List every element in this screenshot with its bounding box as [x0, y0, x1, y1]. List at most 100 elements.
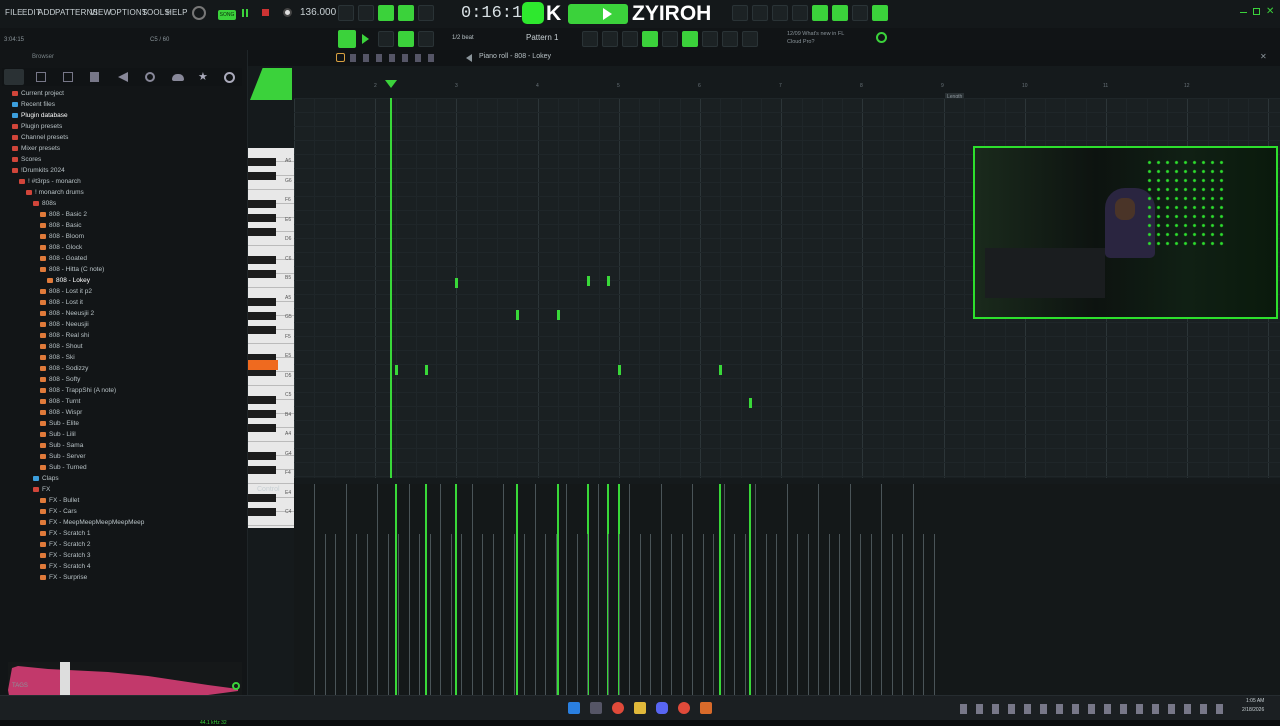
- velocity-bar-inactive[interactable]: [629, 484, 630, 695]
- velocity-bar-inactive[interactable]: [461, 534, 462, 695]
- pattern-selector[interactable]: Pattern 1: [526, 33, 558, 42]
- browser-item[interactable]: 808 - Bloom: [40, 233, 84, 240]
- black-key[interactable]: [248, 214, 276, 222]
- project-picker-icon[interactable]: [722, 31, 738, 47]
- plugin-picker-icon[interactable]: [662, 31, 678, 47]
- velocity-bar[interactable]: [395, 484, 397, 695]
- velocity-bar-inactive[interactable]: [650, 534, 651, 695]
- tempo-display[interactable]: 136.000: [300, 7, 336, 18]
- browser-item[interactable]: 808 - Neeusjii 2: [40, 310, 94, 317]
- wait-record-button[interactable]: [358, 5, 374, 21]
- snap-selector[interactable]: 1/2 beat: [452, 35, 474, 41]
- power-icon[interactable]: [732, 5, 748, 21]
- velocity-bar-inactive[interactable]: [450, 534, 452, 695]
- menu-help[interactable]: HELP: [166, 8, 188, 17]
- velocity-bar-inactive[interactable]: [713, 534, 714, 695]
- velocity-bar-inactive[interactable]: [555, 534, 557, 695]
- search-icon[interactable]: [232, 682, 240, 690]
- black-key[interactable]: [248, 312, 276, 320]
- velocity-bar-inactive[interactable]: [408, 484, 410, 695]
- browser-item[interactable]: Sub - Server: [40, 453, 86, 460]
- pattern-plus-icon[interactable]: [582, 31, 598, 47]
- black-key[interactable]: [248, 410, 276, 418]
- velocity-bar-inactive[interactable]: [891, 534, 893, 695]
- midi-note[interactable]: [607, 276, 610, 286]
- chrome-icon[interactable]: [612, 702, 624, 714]
- velocity-bar-inactive[interactable]: [471, 484, 473, 695]
- browser-item[interactable]: Current project: [12, 90, 64, 97]
- close-icon[interactable]: ✕: [1266, 6, 1274, 17]
- browser-item[interactable]: FX - Scratch 3: [40, 552, 91, 559]
- velocity-bar-inactive[interactable]: [849, 484, 851, 695]
- velocity-bar-inactive[interactable]: [545, 534, 546, 695]
- browser-item[interactable]: ! monarch drums: [26, 189, 84, 196]
- velocity-bar-inactive[interactable]: [419, 534, 420, 695]
- browser-item[interactable]: 808 - Sodizzy: [40, 365, 88, 372]
- velocity-bar[interactable]: [455, 484, 457, 695]
- midi-note[interactable]: [719, 365, 722, 375]
- black-key[interactable]: [248, 424, 276, 432]
- velocity-bar-inactive[interactable]: [335, 534, 336, 695]
- browser-item[interactable]: FX - Scratch 2: [40, 541, 91, 548]
- velocity-bar-inactive[interactable]: [513, 534, 515, 695]
- browser-icon[interactable]: [642, 31, 658, 47]
- pattern-mode-icon[interactable]: [338, 30, 356, 48]
- velocity-bar-inactive[interactable]: [314, 484, 315, 695]
- cloud-icon[interactable]: [876, 32, 887, 43]
- timeline-ruler[interactable]: 2 3 4 5 6 7 8 9 10 11 12: [294, 80, 1280, 96]
- menu-add[interactable]: ADD: [38, 8, 56, 17]
- black-key[interactable]: [248, 326, 276, 334]
- velocity-control-panel[interactable]: [294, 484, 1280, 695]
- midi-note[interactable]: [557, 310, 560, 320]
- chrome-profile-icon[interactable]: [678, 702, 690, 714]
- velocity-bar-inactive[interactable]: [723, 484, 725, 695]
- arrow-left-icon[interactable]: [466, 54, 472, 62]
- piano-roll-close-icon[interactable]: ✕: [1260, 52, 1267, 61]
- velocity-bar-inactive[interactable]: [797, 534, 798, 695]
- browser-item[interactable]: Sub - Sama: [40, 442, 83, 449]
- browser-item[interactable]: !Drumkits 2024: [12, 167, 65, 174]
- velocity-bar-inactive[interactable]: [482, 534, 483, 695]
- velocity-bar-inactive[interactable]: [860, 534, 861, 695]
- velocity-bar-inactive[interactable]: [807, 534, 809, 695]
- fl-studio-icon[interactable]: [700, 702, 712, 714]
- metronome-button[interactable]: [338, 5, 354, 21]
- black-key[interactable]: [248, 494, 276, 502]
- playhead-marker[interactable]: [385, 80, 397, 88]
- browser-item[interactable]: FX - MeepMeepMeepMeepMeep: [40, 519, 144, 526]
- midi-note[interactable]: [587, 276, 590, 286]
- black-key[interactable]: [248, 228, 276, 236]
- browser-item[interactable]: FX: [33, 486, 50, 493]
- piano-roll-icon[interactable]: [622, 31, 638, 47]
- windows-start-icon[interactable]: [568, 702, 580, 714]
- browser-item[interactable]: 808 - Hitta (C note): [40, 266, 104, 273]
- browser-item[interactable]: 808 - Neeusjii: [40, 321, 89, 328]
- velocity-bar-inactive[interactable]: [828, 534, 830, 695]
- record-icon[interactable]: [283, 8, 292, 17]
- velocity-bar-inactive[interactable]: [377, 484, 378, 695]
- browser-item[interactable]: 808 - Shout: [40, 343, 83, 350]
- piano-roll-options-icon[interactable]: [336, 53, 345, 62]
- black-key[interactable]: [248, 158, 276, 166]
- browser-item[interactable]: 808 - Softy: [40, 376, 80, 383]
- black-key[interactable]: [248, 172, 276, 180]
- browser-item[interactable]: 808 - Lokey: [47, 277, 90, 284]
- velocity-bar-inactive[interactable]: [818, 484, 819, 695]
- system-tray-icons[interactable]: [960, 704, 1230, 714]
- browser-item[interactable]: Sub - Elite: [40, 420, 79, 427]
- velocity-bar-inactive[interactable]: [786, 484, 788, 695]
- mixer-icon[interactable]: [602, 31, 618, 47]
- velocity-bar-inactive[interactable]: [534, 484, 536, 695]
- browser-item[interactable]: 808 - Real shi: [40, 332, 89, 339]
- draw-tool-icon[interactable]: [378, 31, 394, 47]
- browser-item[interactable]: FX - Surprise: [40, 574, 87, 581]
- velocity-bar-inactive[interactable]: [702, 534, 704, 695]
- velocity-bar-inactive[interactable]: [429, 534, 431, 695]
- velocity-bar-inactive[interactable]: [902, 534, 903, 695]
- velocity-bar-inactive[interactable]: [440, 484, 441, 695]
- velocity-bar-inactive[interactable]: [839, 534, 840, 695]
- velocity-bar-inactive[interactable]: [881, 484, 882, 695]
- song-mode-badge[interactable]: SONG: [218, 10, 236, 20]
- loop-record-button[interactable]: [418, 5, 434, 21]
- velocity-bar-inactive[interactable]: [692, 484, 693, 695]
